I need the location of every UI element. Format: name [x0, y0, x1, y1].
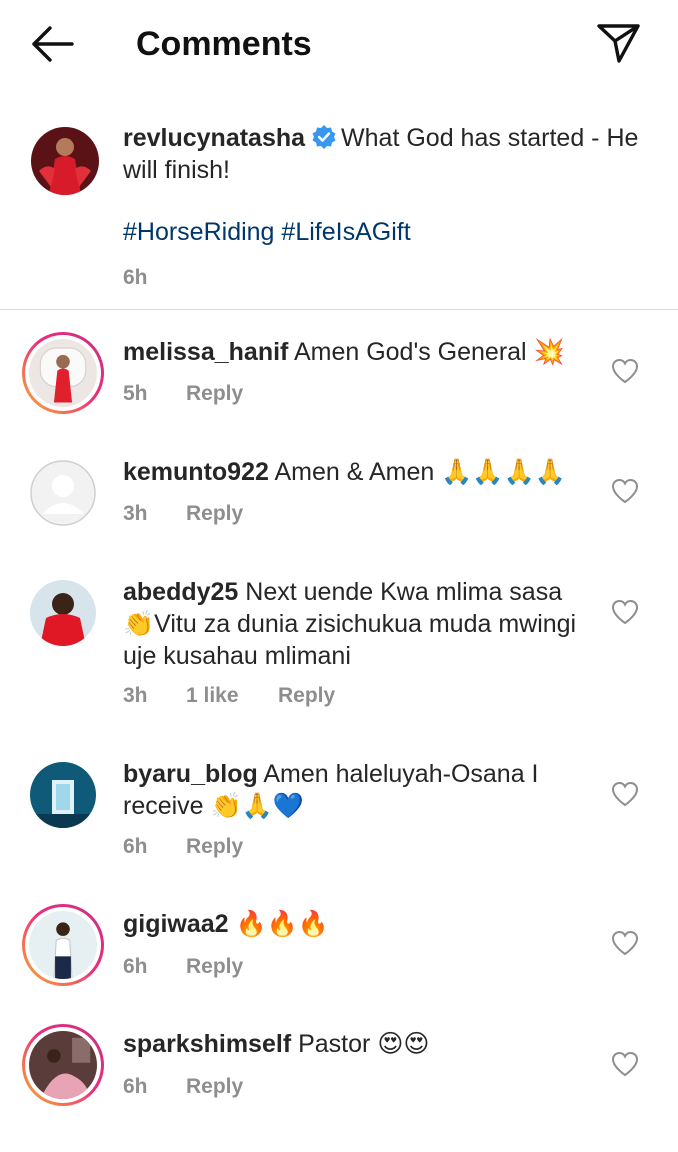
avatar[interactable] — [22, 452, 104, 534]
comment-emoji: 💥 — [533, 337, 565, 366]
avatar-image — [29, 911, 97, 979]
avatar[interactable] — [22, 332, 104, 414]
like-heart-icon[interactable] — [611, 478, 639, 504]
page-title: Comments — [136, 25, 312, 63]
like-heart-icon[interactable] — [611, 781, 639, 807]
comment-text: sparkshimself Pastor 😍😍 — [123, 1028, 593, 1060]
back-arrow-icon[interactable] — [28, 24, 76, 64]
reply-button[interactable]: Reply — [186, 501, 243, 527]
avatar-image — [29, 339, 97, 407]
post-timestamp: 6h — [123, 266, 148, 289]
comment-meta: 3h Reply — [123, 501, 243, 527]
comment-username[interactable]: kemunto922 — [123, 458, 269, 486]
comment-meta: 5h Reply — [123, 381, 243, 407]
reply-button[interactable]: Reply — [186, 1074, 243, 1100]
comment-emoji: 😍😍 — [377, 1029, 430, 1058]
avatar[interactable] — [31, 127, 99, 195]
comment-meta: 6h Reply — [123, 954, 243, 980]
avatar-image — [30, 580, 96, 646]
comment-username[interactable]: melissa_hanif — [123, 338, 288, 366]
comment-text: kemunto922 Amen & Amen 🙏🙏🙏🙏 — [123, 456, 593, 488]
comment-username[interactable]: abeddy25 — [123, 578, 238, 606]
comment-meta: 6h Reply — [123, 1074, 243, 1100]
comment-time: 5h — [123, 382, 148, 405]
comment-emoji: 🔥🔥🔥 — [235, 909, 329, 938]
avatar-image — [29, 1031, 97, 1099]
caption-block: revlucynatasha What God has started - He… — [123, 122, 643, 294]
avatar[interactable] — [22, 572, 104, 654]
comment-emoji: 👏🙏💙 — [210, 791, 304, 820]
avatar[interactable] — [22, 904, 104, 986]
avatar[interactable] — [22, 1024, 104, 1106]
comment-message: Amen & Amen — [274, 458, 435, 486]
direct-message-icon[interactable] — [594, 20, 642, 66]
reply-button[interactable]: Reply — [186, 954, 243, 980]
reply-button[interactable]: Reply — [186, 834, 243, 860]
like-heart-icon[interactable] — [611, 599, 639, 625]
avatar[interactable] — [22, 754, 104, 836]
comment-username[interactable]: sparkshimself — [123, 1030, 291, 1058]
comment-text: melissa_hanif Amen God's General 💥 — [123, 336, 593, 368]
comment-message: Pastor — [298, 1030, 371, 1058]
comment-like-count[interactable]: 1 like — [186, 683, 278, 709]
comment-meta: 3h 1 like Reply — [123, 683, 335, 709]
comment-time: 6h — [123, 955, 148, 978]
like-heart-icon[interactable] — [611, 1051, 639, 1077]
comment-meta: 6h Reply — [123, 834, 243, 860]
comment-text: byaru_blog Amen haleluyah-Osana I receiv… — [123, 758, 593, 822]
comment-text: gigiwaa2 🔥🔥🔥 — [123, 908, 593, 940]
comment-username[interactable]: byaru_blog — [123, 760, 258, 788]
post-caption: revlucynatasha What God has started - He… — [0, 100, 678, 310]
caption-hashtags[interactable]: #HorseRiding #LifeIsAGift — [123, 216, 643, 248]
default-avatar-icon — [30, 460, 96, 526]
comment-username[interactable]: gigiwaa2 — [123, 910, 229, 938]
comment-time: 3h — [123, 684, 148, 707]
avatar-image — [30, 762, 96, 828]
reply-button[interactable]: Reply — [186, 381, 243, 407]
like-heart-icon[interactable] — [611, 930, 639, 956]
comment-time: 6h — [123, 1075, 148, 1098]
post-username[interactable]: revlucynatasha — [123, 124, 305, 152]
comment-emoji: 🙏🙏🙏🙏 — [441, 457, 566, 486]
caption-text: revlucynatasha What God has started - He… — [123, 122, 643, 186]
verified-badge-icon — [312, 125, 336, 149]
comment-message: Amen God's General — [293, 338, 527, 366]
like-heart-icon[interactable] — [611, 358, 639, 384]
top-bar: Comments — [0, 0, 678, 90]
reply-button[interactable]: Reply — [278, 683, 335, 709]
avatar-image — [31, 127, 99, 195]
comment-text: abeddy25 Next uende Kwa mlima sasa👏Vitu … — [123, 576, 593, 672]
comment-time: 3h — [123, 502, 148, 525]
comment-time: 6h — [123, 835, 148, 858]
